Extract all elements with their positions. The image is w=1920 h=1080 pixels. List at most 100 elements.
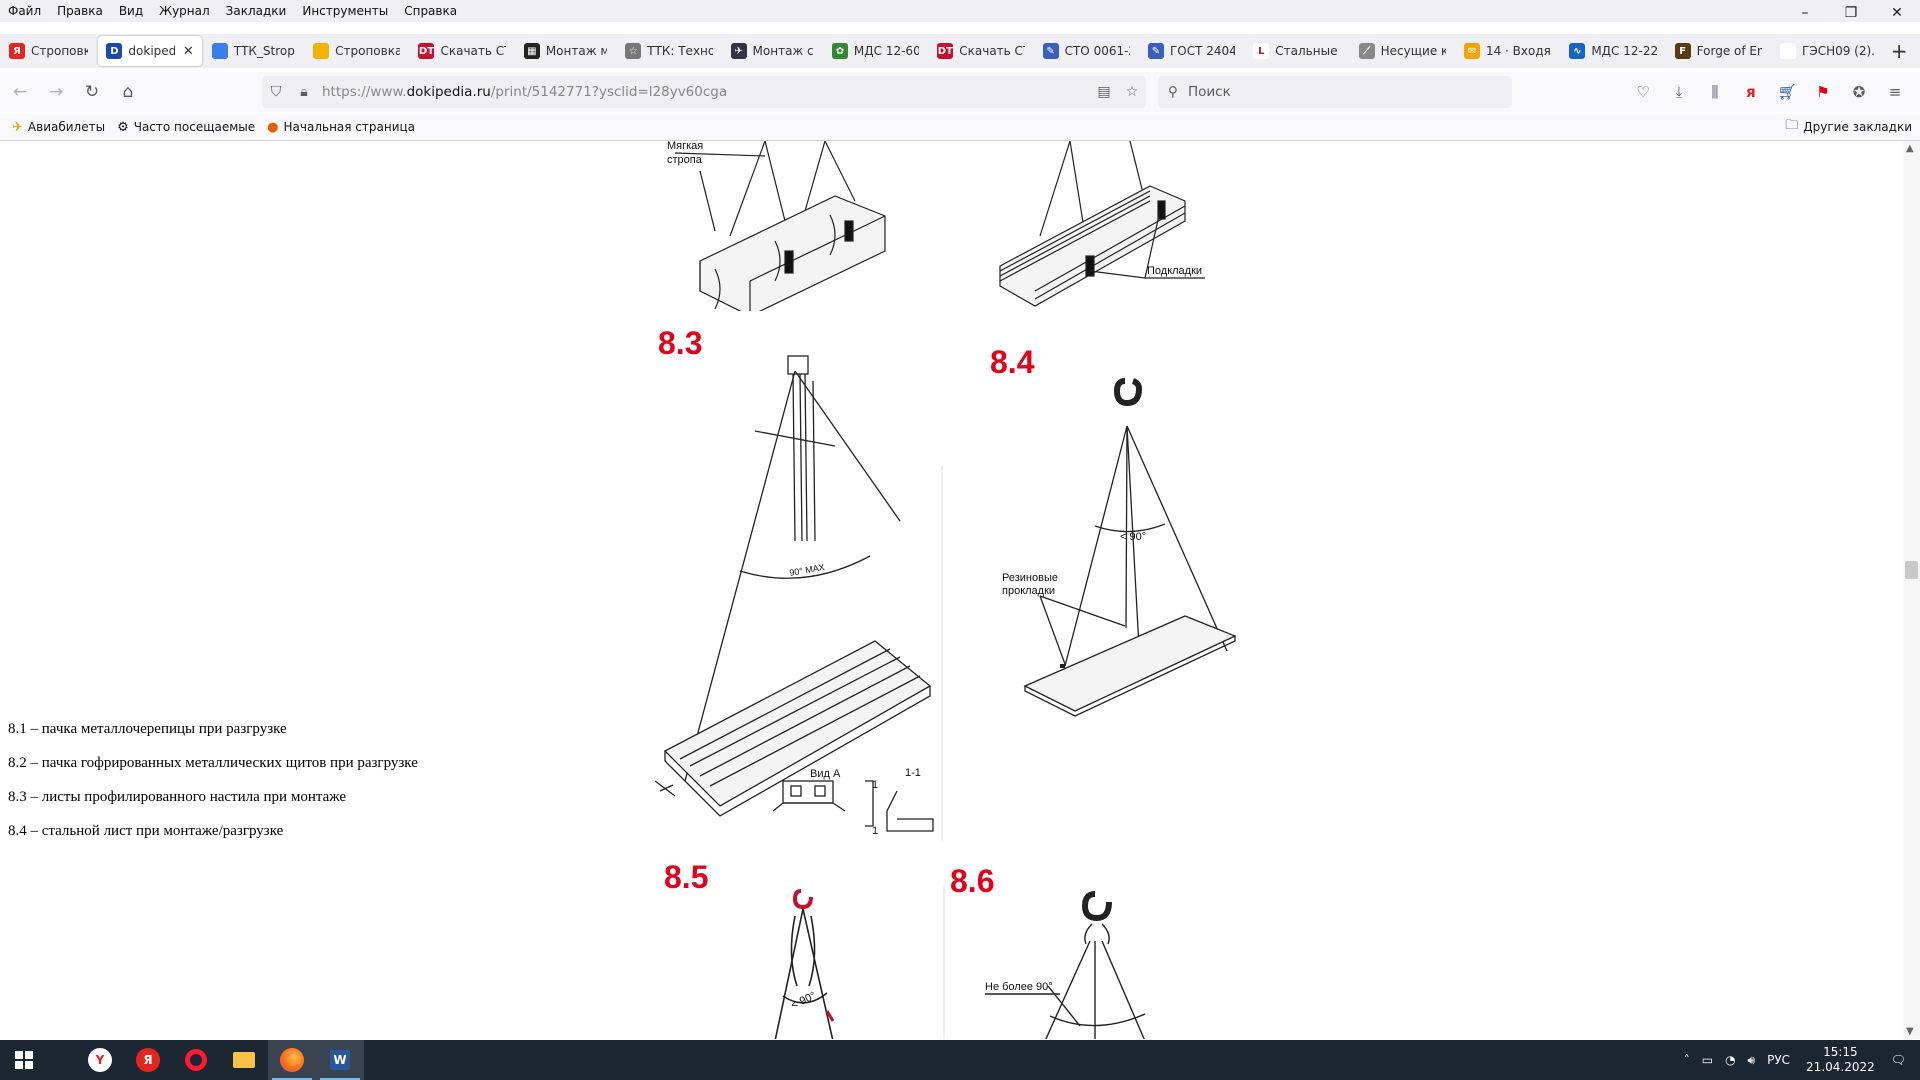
angle-label-84: < 90°	[1120, 531, 1146, 543]
yandex-icon[interactable]: я	[1733, 83, 1769, 101]
home-icon[interactable]: ⌂	[112, 76, 144, 108]
menu-bookmarks[interactable]: Закладки	[218, 4, 295, 18]
tab-0[interactable]: Я Строповка	[1, 36, 96, 66]
taskbar-opera[interactable]	[172, 1040, 220, 1080]
tab-label: Скачать СТ	[959, 44, 1025, 58]
figure-8-3-profiled-decking: 90° MAX Вид А 1-1 1 1	[655, 355, 943, 841]
taskbar-yandex-browser[interactable]: Y	[76, 1040, 124, 1080]
bookmark-star-icon[interactable]: ☆	[1118, 84, 1146, 100]
section-label: 1-1	[905, 767, 921, 779]
volume-icon[interactable]: 🔊︎	[1748, 1053, 1756, 1068]
tab-2[interactable]: ТТК_Strop	[204, 36, 303, 66]
note-max-90: Не более 90°	[985, 981, 1053, 993]
taskbar-word[interactable]: W	[316, 1040, 364, 1080]
taskbar-yandex[interactable]: Я	[124, 1040, 172, 1080]
tab-17[interactable]: ГЭСН09 (2).pdf	[1772, 36, 1883, 66]
reload-icon[interactable]: ↻	[76, 76, 108, 108]
menu-file[interactable]: Файл	[0, 4, 49, 18]
tab-12[interactable]: L Стальные	[1245, 36, 1348, 66]
search-icon: ⚲	[1168, 84, 1178, 100]
search-input[interactable]: ⚲ Поиск	[1158, 76, 1512, 108]
tab-13[interactable]: ⟋ Несущие к	[1351, 36, 1454, 66]
dokipedia-icon: D	[106, 43, 123, 59]
plane-icon: ✈	[12, 119, 23, 135]
tab-8[interactable]: ✿ МДС 12-60	[824, 36, 927, 66]
reader-view-icon[interactable]: ▤	[1090, 84, 1118, 100]
tab-label: СТО 0061-2	[1064, 44, 1130, 58]
meet-icon[interactable]: ▭	[1702, 1053, 1713, 1067]
tab-1[interactable]: Ddokipedi ✕	[98, 36, 202, 66]
start-button[interactable]	[0, 1040, 48, 1080]
menu-help[interactable]: Справка	[396, 4, 465, 18]
doc-red-icon: DT	[937, 43, 954, 59]
close-tab-icon[interactable]: ✕	[183, 44, 194, 59]
shield-icon[interactable]: ⛉	[262, 84, 290, 100]
menu-tools[interactable]: Инструменты	[294, 4, 396, 18]
tab-4[interactable]: DT Скачать СТ	[410, 36, 513, 66]
pen-icon: ✎	[1042, 43, 1059, 59]
menu-view[interactable]: Вид	[111, 4, 151, 18]
tab-9[interactable]: DT Скачать СТ	[929, 36, 1032, 66]
tab-label: МДС 12-22	[1591, 44, 1657, 58]
label-pads: Подкладки	[1147, 265, 1202, 277]
close-window-button[interactable]: ✕	[1874, 0, 1920, 26]
tab-3[interactable]: Строповка	[305, 36, 408, 66]
mark-top: 1	[872, 779, 878, 791]
wave-icon: ∿	[1569, 43, 1586, 59]
taskbar-firefox[interactable]	[268, 1040, 316, 1080]
language-indicator[interactable]: РУС	[1767, 1053, 1790, 1067]
bookmark-aviabilety[interactable]: ✈ Авиабилеты	[12, 120, 105, 135]
tab-11[interactable]: ✎ ГОСТ 24045	[1140, 36, 1243, 66]
tab-label: ГЭСН09 (2).pdf	[1802, 44, 1875, 58]
new-tab-button[interactable]: +	[1884, 36, 1914, 66]
tab-label: МДС 12-60	[853, 44, 920, 58]
tab-label: Forge of Em	[1696, 44, 1762, 58]
doc-icon	[211, 43, 228, 59]
chevron-up-icon[interactable]: ˄	[1684, 1053, 1690, 1067]
vertical-scrollbar[interactable]: ▲ ▼	[1903, 141, 1920, 1039]
clock-date: 21.04.2022	[1806, 1060, 1875, 1074]
note-rubber-2: прокладки	[1002, 585, 1055, 597]
tab-6[interactable]: ☆ ТТК: Техно	[617, 36, 720, 66]
tab-5[interactable]: ▦ Монтаж м	[516, 36, 615, 66]
tab-label: Монтаж ст	[752, 44, 814, 58]
bookmark-home[interactable]: ● Начальная страница	[267, 120, 415, 135]
notification-icon[interactable]: 🗨︎	[1891, 1053, 1906, 1067]
tab-label: Строповка	[335, 44, 401, 58]
clock[interactable]: 15:15 21.04.2022	[1806, 1045, 1875, 1075]
tab-15[interactable]: ∿ МДС 12-22	[1561, 36, 1664, 66]
cart-icon[interactable]: 🛒︎	[1769, 83, 1805, 101]
restore-button[interactable]: ❐	[1828, 0, 1874, 26]
library-icon[interactable]: ⫼	[1697, 83, 1733, 101]
other-bookmarks[interactable]: 🗀 Другие закладки	[1785, 116, 1912, 138]
tab-10[interactable]: ✎ СТО 0061-2	[1035, 36, 1138, 66]
angle-label-85: < 90°	[789, 990, 818, 1012]
flag-icon[interactable]: ⚑	[1805, 83, 1841, 101]
pocket-icon[interactable]: ♡	[1625, 83, 1661, 101]
downloads-icon[interactable]: ⤓	[1661, 83, 1697, 101]
tab-label: Строповка	[31, 44, 89, 58]
lock-icon[interactable]: 🔒︎	[290, 84, 318, 100]
scroll-down-icon[interactable]: ▼	[1906, 1026, 1914, 1037]
crane-icon	[313, 43, 330, 59]
tab-label: Стальные	[1275, 44, 1338, 58]
url-text[interactable]: https://www.dokipedia.ru/print/5142771?y…	[322, 84, 1090, 100]
tab-14[interactable]: ✉ 14 · Входящ	[1456, 36, 1559, 66]
address-bar[interactable]: ⛉ 🔒︎ https://www.dokipedia.ru/print/5142…	[262, 76, 1146, 108]
back-arrow-icon[interactable]: ←	[4, 76, 36, 108]
hamburger-menu-icon[interactable]: ≡	[1877, 83, 1913, 101]
scroll-thumb[interactable]	[1905, 561, 1918, 579]
extension-icon[interactable]: ✪	[1841, 83, 1877, 101]
minimize-button[interactable]: –	[1782, 0, 1828, 26]
network-icon[interactable]: ◔	[1725, 1053, 1735, 1067]
forward-arrow-icon[interactable]: →	[40, 76, 72, 108]
tab-7[interactable]: ✈ Монтаж ст	[723, 36, 822, 66]
bookmark-frequent[interactable]: ⚙ Часто посещаемые	[117, 120, 255, 135]
tab-16[interactable]: F Forge of Em	[1667, 36, 1770, 66]
toolbar-buttons: ♡ ⤓ ⫼ я 🛒︎ ⚑ ✪ ≡	[1625, 76, 1913, 108]
taskbar-explorer[interactable]	[220, 1040, 268, 1080]
pen-icon: ✎	[1147, 43, 1164, 59]
scroll-up-icon[interactable]: ▲	[1906, 143, 1914, 154]
menu-history[interactable]: Журнал	[151, 4, 218, 18]
menu-edit[interactable]: Правка	[49, 4, 111, 18]
